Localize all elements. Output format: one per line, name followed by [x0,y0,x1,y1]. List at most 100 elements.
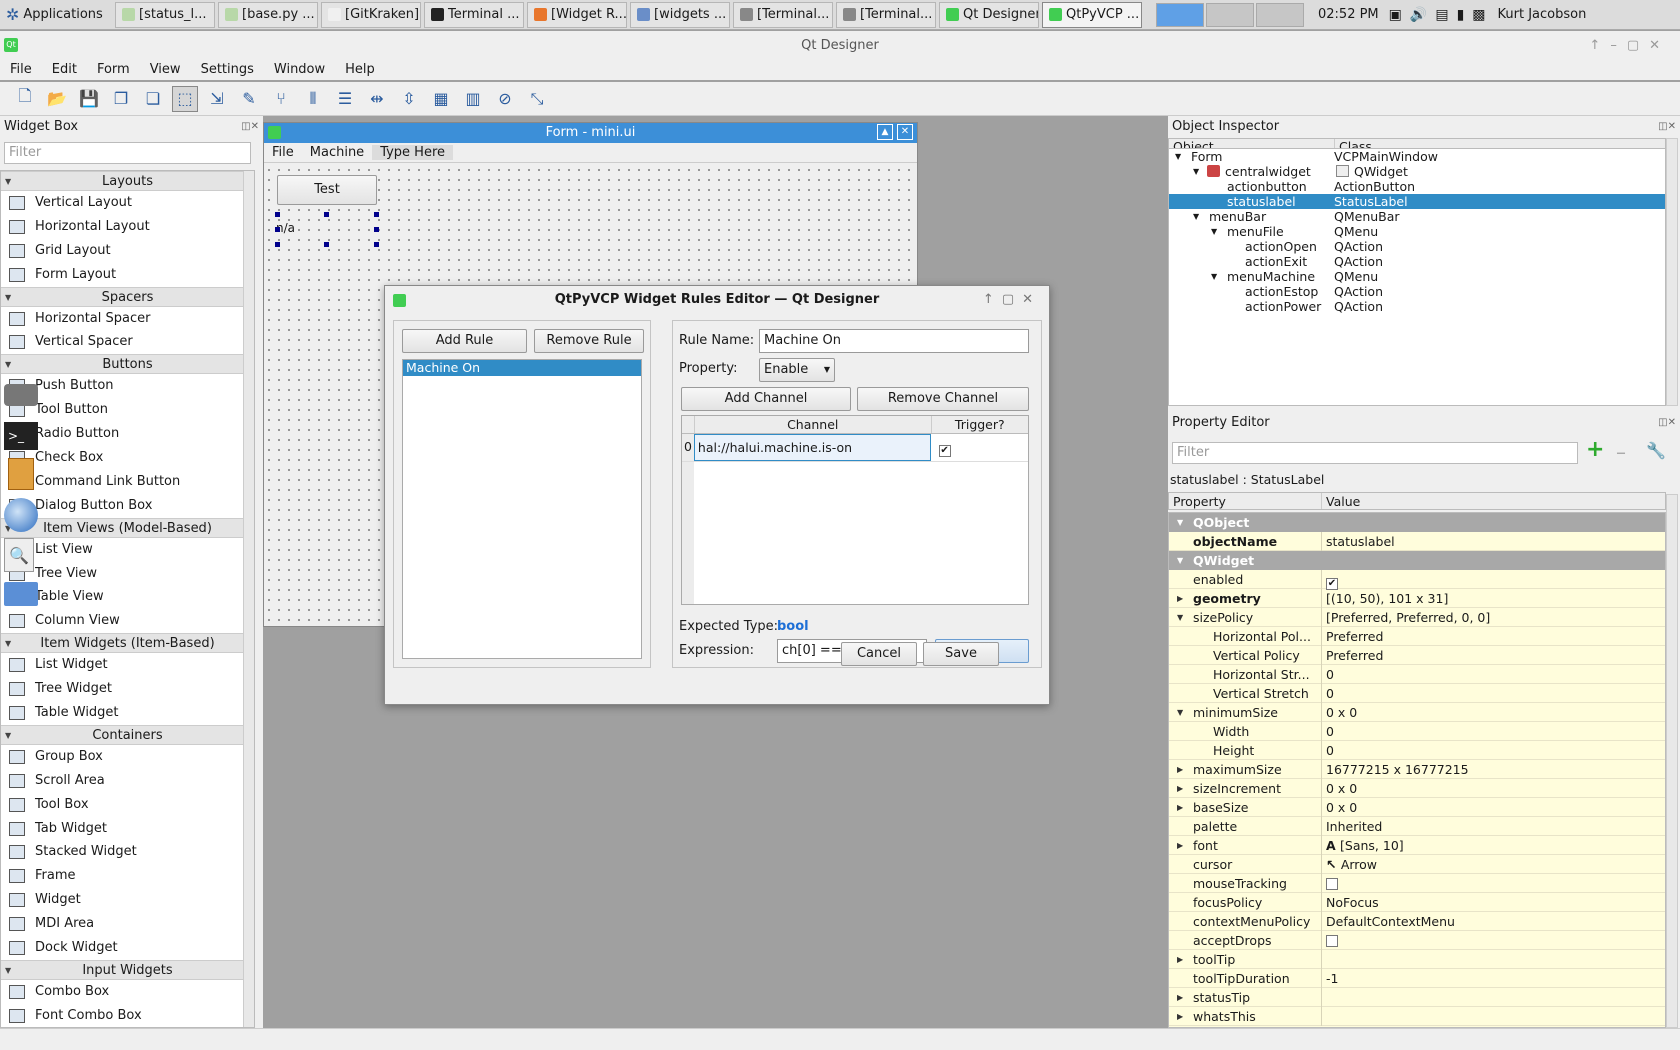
expand-arrow-icon[interactable]: ▶ [1177,836,1183,855]
widget-item[interactable]: Font Combo Box [1,1004,254,1027]
tree-row[interactable]: actionbutton ActionButton [1169,179,1665,194]
tree-row[interactable]: ▼ menuBar QMenuBar [1169,209,1665,224]
widget-item[interactable]: Vertical Layout [1,191,254,215]
widget-category[interactable]: Spacers [1,286,254,308]
property-row[interactable]: palette Inherited [1169,817,1665,836]
test-button[interactable]: Test [277,175,377,205]
form-close-icon[interactable]: ✕ [897,124,913,140]
edit-buddies-icon[interactable]: ✎ [236,86,262,112]
menu-help[interactable]: Help [335,62,385,77]
property-row[interactable]: ▶ baseSize 0 x 0 [1169,798,1665,817]
add-rule-button[interactable]: Add Rule [402,329,527,353]
property-row[interactable]: Horizontal Str... 0 [1169,665,1665,684]
search-icon[interactable]: 🔍 [4,538,34,572]
trigger-column-header[interactable]: Trigger? [930,416,1028,433]
expand-arrow-icon[interactable]: ▼ [1175,149,1181,164]
property-scrollbar[interactable] [1666,494,1678,1028]
grid-layout-icon[interactable]: ▦ [428,86,454,112]
tree-row[interactable]: actionExit QAction [1169,254,1665,269]
taskbar-task[interactable]: QtPyVCP ... [1042,1,1142,28]
expand-arrow-icon[interactable]: ▶ [1177,950,1183,969]
save-button[interactable]: Save [923,642,999,666]
form-maximize-icon[interactable]: ▲ [877,124,893,140]
taskbar-task[interactable]: Qt Designer [939,1,1039,28]
property-row[interactable]: Vertical Stretch 0 [1169,684,1665,703]
property-row[interactable]: enabled ✔ [1169,570,1665,590]
bring-front-icon[interactable]: ❐ [108,86,134,112]
property-row[interactable]: Height 0 [1169,741,1665,760]
menu-file[interactable]: File [0,62,42,77]
channels-table[interactable]: Channel Trigger? 0 hal://halui.machine.i… [681,415,1029,605]
property-value-cell[interactable]: Preferred [1321,646,1665,665]
taskbar-task[interactable]: [Terminal... [733,1,833,28]
object-tree[interactable]: ▼ Form VCPMainWindow ▼ centralwidget QWidget a… [1168,148,1666,406]
signal-icon[interactable]: ▮ [1457,7,1465,23]
property-column-header[interactable]: Property [1169,493,1321,509]
splitter-vertical-icon[interactable]: ⇳ [396,86,422,112]
property-row[interactable]: cursor ↖ Arrow [1169,855,1665,874]
tree-row[interactable]: actionOpen QAction [1169,239,1665,254]
workspace-1[interactable] [1156,2,1204,27]
cancel-button[interactable]: Cancel [841,642,917,666]
remove-rule-button[interactable]: Remove Rule [534,329,644,353]
property-row[interactable]: objectName statuslabel [1169,532,1665,551]
widget-item[interactable]: Form Layout [1,263,254,287]
property-row[interactable]: ▶ sizeIncrement 0 x 0 [1169,779,1665,798]
property-value-cell[interactable]: [Preferred, Preferred, 0, 0] [1321,608,1665,627]
workspace-2[interactable] [1206,2,1254,27]
property-group[interactable]: ▼ QWidget [1169,551,1665,570]
property-row[interactable]: mouseTracking [1169,874,1665,893]
widget-item[interactable]: Grid Layout [1,239,254,263]
widget-item[interactable]: Tree Widget [1,677,254,701]
property-row[interactable]: toolTipDuration -1 [1169,969,1665,988]
menu-form[interactable]: Form [87,62,140,77]
property-row[interactable]: ▶ whatsThis [1169,1007,1665,1026]
property-row[interactable]: Horizontal Pol... Preferred [1169,627,1665,646]
widget-category[interactable]: Input Widgets [1,959,254,981]
property-value-cell[interactable] [1321,988,1665,1007]
channel-column-header[interactable]: Channel [693,416,931,433]
network-icon[interactable]: ▣ [1389,7,1402,23]
property-checkbox[interactable] [1326,878,1338,890]
dock-controls-icon[interactable]: ◫✕ [1658,116,1680,138]
tree-row[interactable]: ▼ menuFile QMenu [1169,224,1665,239]
tree-row[interactable]: ▼ centralwidget QWidget [1169,164,1665,179]
widget-item[interactable]: Tab Widget [1,817,254,841]
edit-signals-icon[interactable]: ⇲ [204,86,230,112]
property-value-cell[interactable]: NoFocus [1321,893,1665,912]
widget-item[interactable]: Table Widget [1,701,254,725]
property-filter-input[interactable]: Filter [1172,442,1578,464]
expand-arrow-icon[interactable]: ▶ [1177,798,1183,817]
rules-editor-dialog[interactable]: QtPyVCP Widget Rules Editor — Qt Designe… [384,285,1050,705]
expand-arrow-icon[interactable]: ▼ [1193,209,1199,224]
property-value-cell[interactable]: Preferred [1321,627,1665,646]
form-menu-item[interactable]: Type Here [372,145,454,160]
property-value-cell[interactable]: A [Sans, 10] [1321,836,1665,855]
status-label-selection[interactable]: n/a [275,212,379,247]
widget-list-scrollbar[interactable] [243,171,254,1027]
window-controls[interactable]: ↑–▢✕ [1589,31,1670,61]
clipboard-icon[interactable]: ▤ [1435,7,1448,23]
dock-controls-icon[interactable]: ◫✕ [1658,412,1680,434]
open-form-icon[interactable]: 📂 [44,86,70,112]
value-column-header[interactable]: Value [1321,493,1360,509]
send-back-icon[interactable]: ❏ [140,86,166,112]
form-layout-icon[interactable]: ▥ [460,86,486,112]
remove-dynamic-property-icon[interactable]: – [1616,442,1626,462]
expand-arrow-icon[interactable]: ▶ [1177,988,1183,1007]
property-value-cell[interactable]: 0 x 0 [1321,779,1665,798]
taskbar-task[interactable]: [widgets ... [630,1,730,28]
property-value-cell[interactable]: 0 [1321,684,1665,703]
new-form-icon[interactable]: 🗋 [12,86,38,112]
widget-item[interactable]: MDI Area [1,912,254,936]
expand-arrow-icon[interactable]: ▼ [1211,224,1217,239]
expand-arrow-icon[interactable]: ▼ [1193,164,1199,179]
edit-widgets-icon[interactable]: ⬚ [172,85,198,112]
collapse-arrow-icon[interactable]: ▼ [1177,703,1183,722]
property-row[interactable]: ▶ statusTip [1169,988,1665,1007]
property-row[interactable]: ▼ minimumSize 0 x 0 [1169,703,1665,722]
property-value-cell[interactable] [1321,874,1665,893]
clock[interactable]: 02:52 PM [1318,7,1379,22]
channel-cell[interactable]: hal://halui.machine.is-on [693,434,931,461]
property-value-cell[interactable] [1321,950,1665,969]
